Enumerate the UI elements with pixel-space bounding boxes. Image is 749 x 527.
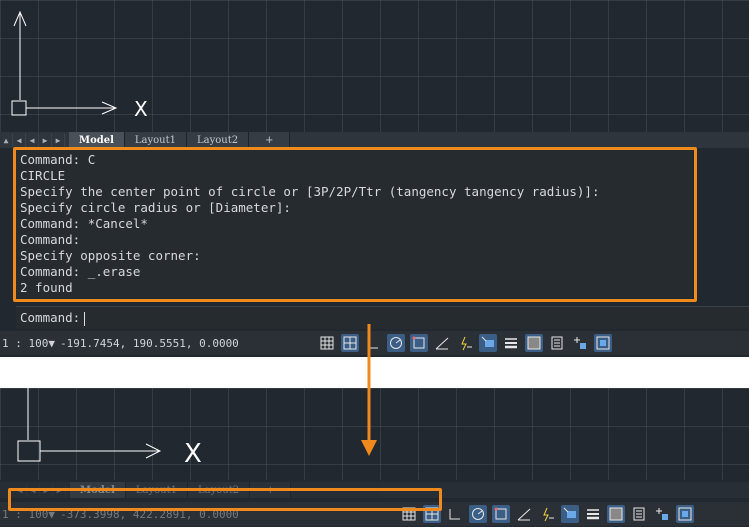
next-tab-icon[interactable]: ◀	[26, 133, 39, 147]
tab-add[interactable]: +	[249, 132, 291, 148]
tab-layout2[interactable]: Layout2	[187, 132, 250, 148]
arrow-down-icon	[361, 324, 377, 456]
ortho-icon[interactable]	[446, 505, 464, 523]
coordinates-readout: -191.7454, 190.5551, 0.0000	[60, 336, 239, 350]
selection-cycling-icon[interactable]	[571, 334, 589, 352]
dynamic-ucs-icon[interactable]	[538, 505, 556, 523]
lineweight-icon[interactable]	[502, 334, 520, 352]
tabs-highlight-box	[8, 488, 442, 511]
dynamic-ucs-icon[interactable]	[456, 334, 474, 352]
end-tab-icon[interactable]: ▶	[52, 133, 65, 147]
tab-layout1[interactable]: Layout1	[124, 132, 187, 148]
annotation-monitor-icon[interactable]	[676, 505, 694, 523]
polar-tracking-icon[interactable]	[469, 505, 487, 523]
history-highlight-box	[13, 147, 697, 302]
top-screenshot: X ▲ ◀ ◀ ▶ ▶ Model Layout1 Layout2 + Comm…	[0, 0, 749, 357]
grid-display-icon[interactable]	[318, 334, 336, 352]
transparency-icon[interactable]	[607, 505, 625, 523]
x-axis-label-2: X	[184, 439, 202, 468]
x-axis-label: X	[134, 97, 148, 120]
command-prompt: Command:	[20, 310, 81, 325]
status-toggles-2	[400, 505, 699, 523]
dynamic-input-icon[interactable]	[479, 334, 497, 352]
polar-tracking-icon[interactable]	[387, 334, 405, 352]
quick-properties-icon[interactable]	[548, 334, 566, 352]
selection-cycling-icon[interactable]	[653, 505, 671, 523]
tab-model[interactable]: Model	[69, 132, 125, 148]
first-tab-icon[interactable]: ▲	[0, 133, 13, 147]
annotation-scale[interactable]: 1 : 100▼	[2, 337, 60, 350]
ucs-icon: X	[11, 10, 148, 120]
object-snap-icon[interactable]	[492, 505, 510, 523]
layout-tabs: ▲ ◀ ◀ ▶ ▶ Model Layout1 Layout2 +	[0, 132, 749, 148]
lineweight-icon[interactable]	[584, 505, 602, 523]
last-tab-icon[interactable]: ▶	[39, 133, 52, 147]
text-cursor	[84, 311, 86, 326]
object-tracking-icon[interactable]	[433, 334, 451, 352]
annotation-monitor-icon[interactable]	[594, 334, 612, 352]
transparency-icon[interactable]	[525, 334, 543, 352]
object-snap-icon[interactable]	[410, 334, 428, 352]
prev-tab-icon[interactable]: ◀	[13, 133, 26, 147]
tab-nav: ▲ ◀ ◀ ▶ ▶	[0, 133, 65, 147]
dynamic-input-icon[interactable]	[561, 505, 579, 523]
quick-properties-icon[interactable]	[630, 505, 648, 523]
object-tracking-icon[interactable]	[515, 505, 533, 523]
ucs-icon-2: X	[17, 388, 202, 468]
